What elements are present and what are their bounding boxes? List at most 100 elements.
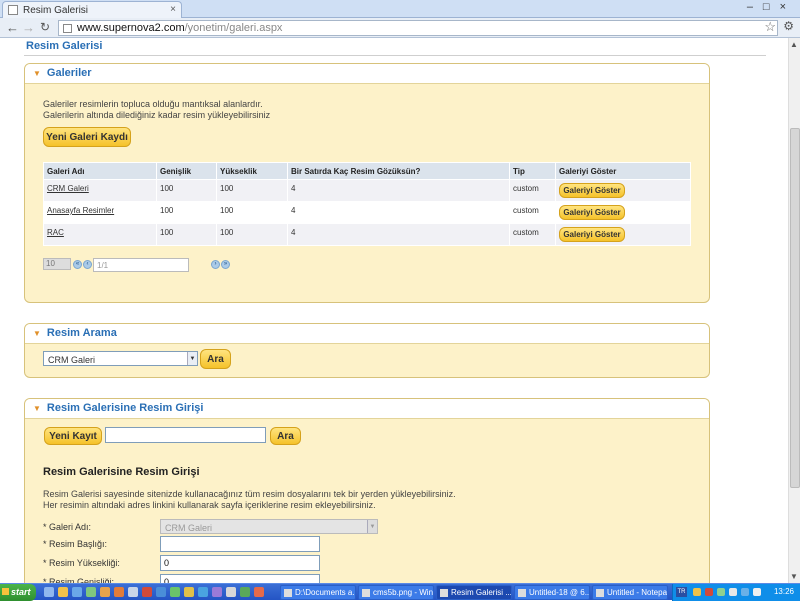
- tray-icon[interactable]: [729, 588, 737, 596]
- volume-icon[interactable]: [753, 588, 761, 596]
- scroll-down-icon[interactable]: ▼: [790, 572, 798, 581]
- resim-girisi-header[interactable]: ▼ Resim Galerisine Resim Girişi: [25, 399, 709, 419]
- tray-icon[interactable]: [717, 588, 725, 596]
- start-label: start: [11, 587, 31, 597]
- page-icon: [8, 5, 18, 15]
- new-gallery-button[interactable]: Yeni Galeri Kaydı: [43, 127, 131, 147]
- address-bar[interactable]: www.supernova2.com/yonetim/galeri.aspx: [58, 20, 778, 36]
- table-row: RAC 100 100 4 custom Galeriyi Göster: [43, 223, 691, 246]
- system-tray: TR 13:26: [672, 584, 800, 601]
- taskbar-button[interactable]: Resim Galerisi ...: [436, 585, 512, 600]
- quicklaunch-icon[interactable]: [226, 587, 236, 597]
- taskbar-button[interactable]: D:\Documents a...: [280, 585, 356, 600]
- photoshop-icon: [518, 589, 526, 597]
- bookmark-star-icon[interactable]: ☆: [764, 19, 776, 35]
- language-indicator[interactable]: TR: [676, 587, 687, 597]
- taskbar-button[interactable]: Untitled-18 @ 6...: [514, 585, 590, 600]
- window-controls[interactable]: –□×: [747, 1, 796, 13]
- resim-arama-header[interactable]: ▼ Resim Arama: [25, 324, 709, 344]
- taskbar-button[interactable]: cms5b.png - Win...: [358, 585, 434, 600]
- description-line: Galeriler resimlerin topluca olduğu mant…: [43, 99, 263, 109]
- search-input[interactable]: [105, 427, 266, 443]
- new-record-button[interactable]: Yeni Kayıt: [44, 427, 102, 445]
- back-arrow-icon[interactable]: ←: [6, 20, 19, 35]
- quicklaunch-icon[interactable]: [156, 587, 166, 597]
- height-cell: 100: [216, 201, 288, 224]
- quicklaunch-icon[interactable]: [58, 587, 68, 597]
- quicklaunch-icon[interactable]: [44, 587, 54, 597]
- last-page-icon[interactable]: »: [221, 260, 230, 269]
- quicklaunch-icon[interactable]: [240, 587, 250, 597]
- width-cell: 100: [156, 201, 217, 224]
- column-header[interactable]: Yükseklik: [216, 162, 288, 180]
- scroll-up-icon[interactable]: ▲: [790, 40, 798, 49]
- forward-arrow-icon[interactable]: →: [22, 20, 35, 35]
- taskbar-button-label: Untitled - Notepad: [607, 588, 668, 597]
- notepad-icon: [596, 589, 604, 597]
- quicklaunch-icon[interactable]: [212, 587, 222, 597]
- collapse-triangle-icon[interactable]: ▼: [33, 69, 41, 78]
- quicklaunch-icon[interactable]: [128, 587, 138, 597]
- taskbar-button-label: Resim Galerisi ...: [451, 588, 512, 597]
- collapse-triangle-icon[interactable]: ▼: [33, 329, 41, 338]
- vertical-scrollbar[interactable]: ▲ ▼: [788, 38, 800, 583]
- wrench-icon[interactable]: ⚙: [783, 19, 794, 33]
- page-size-select[interactable]: 10: [43, 258, 71, 270]
- gallery-name-link[interactable]: RAC: [47, 228, 64, 237]
- first-page-icon[interactable]: «: [73, 260, 82, 269]
- prev-page-icon[interactable]: ‹: [83, 260, 92, 269]
- quicklaunch-icon[interactable]: [184, 587, 194, 597]
- table-row: Anasayfa Resimler 100 100 4 custom Galer…: [43, 201, 691, 224]
- tray-icon[interactable]: [693, 588, 701, 596]
- tray-icon[interactable]: [705, 588, 713, 596]
- gallery-name-link[interactable]: CRM Galeri: [47, 184, 89, 193]
- show-gallery-button[interactable]: Galeriyi Göster: [559, 183, 625, 198]
- type-cell: custom: [509, 201, 556, 224]
- search-button[interactable]: Ara: [200, 349, 231, 369]
- column-header[interactable]: Galeri Adı: [43, 162, 157, 180]
- browser-tab[interactable]: Resim Galerisi ×: [2, 1, 182, 18]
- quicklaunch-icon[interactable]: [86, 587, 96, 597]
- quicklaunch-icon[interactable]: [198, 587, 208, 597]
- gallery-name-link[interactable]: Anasayfa Resimler: [47, 206, 114, 215]
- clock: 13:26: [773, 587, 794, 596]
- quicklaunch-icon[interactable]: [100, 587, 110, 597]
- type-cell: custom: [509, 179, 556, 202]
- height-input[interactable]: 0: [160, 555, 320, 571]
- show-gallery-button[interactable]: Galeriyi Göster: [559, 227, 625, 242]
- image-icon: [362, 589, 370, 597]
- start-button[interactable]: start: [0, 584, 36, 601]
- resim-arama-title: Resim Arama: [46, 327, 117, 339]
- gallery-select[interactable]: CRM Galeri ▼: [43, 351, 198, 366]
- resim-girisi-panel: ▼ Resim Galerisine Resim Girişi Yeni Kayı…: [24, 398, 710, 588]
- column-header[interactable]: Genişlik: [156, 162, 217, 180]
- form-description: Resim Galerisi sayesinde sitenizde kulla…: [43, 489, 456, 511]
- quicklaunch-icon[interactable]: [114, 587, 124, 597]
- chevron-down-icon[interactable]: ▼: [187, 352, 197, 365]
- taskbar-button[interactable]: Untitled - Notepad: [592, 585, 668, 600]
- quicklaunch-icon[interactable]: [170, 587, 180, 597]
- quicklaunch-icon[interactable]: [142, 587, 152, 597]
- taskbar-button-label: D:\Documents a...: [295, 588, 356, 597]
- height-label: * Resim Yüksekliği:: [43, 558, 120, 568]
- height-cell: 100: [216, 179, 288, 202]
- quicklaunch-icon[interactable]: [72, 587, 82, 597]
- show-gallery-button[interactable]: Galeriyi Göster: [559, 205, 625, 220]
- gallery-name-select: CRM Galeri ▼: [160, 519, 378, 534]
- galeriler-header[interactable]: ▼ Galeriler: [25, 64, 709, 84]
- tab-title: Resim Galerisi: [23, 5, 89, 16]
- close-tab-icon[interactable]: ×: [170, 4, 176, 15]
- width-cell: 100: [156, 179, 217, 202]
- quicklaunch-icon[interactable]: [254, 587, 264, 597]
- scrollbar-thumb[interactable]: [790, 128, 800, 488]
- column-header[interactable]: Tip: [509, 162, 556, 180]
- column-header[interactable]: Bir Satırda Kaç Resim Gözüksün?: [287, 162, 510, 180]
- description-line: Galerilerin altında dilediğiniz kadar re…: [43, 110, 271, 120]
- next-page-icon[interactable]: ›: [211, 260, 220, 269]
- reload-icon[interactable]: ↻: [40, 20, 50, 34]
- gallery-select-value: CRM Galeri: [48, 355, 96, 365]
- title-input[interactable]: [160, 536, 320, 552]
- tray-icon[interactable]: [741, 588, 749, 596]
- search-button[interactable]: Ara: [270, 427, 301, 445]
- collapse-triangle-icon[interactable]: ▼: [33, 404, 41, 413]
